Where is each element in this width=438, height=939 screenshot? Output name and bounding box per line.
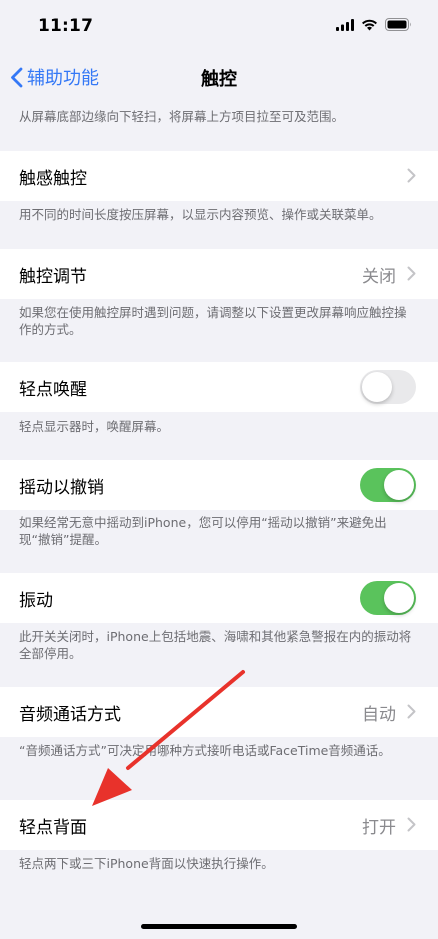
tap-to-wake-label: 轻点唤醒 bbox=[19, 380, 87, 400]
cellular-signal-icon bbox=[336, 18, 354, 31]
tap-to-wake-toggle[interactable] bbox=[360, 370, 416, 404]
reachability-footer: 从屏幕底部边缘向下轻扫，将屏幕上方项目拉至可及范围。 bbox=[19, 109, 345, 124]
chevron-right-icon bbox=[407, 168, 416, 183]
chevron-right-icon bbox=[407, 266, 416, 281]
touch-accommodations-footer: 如果您在使用触控屏时遇到问题，请调整以下设置更改屏幕响应触控操作的方式。 bbox=[19, 305, 407, 337]
chevron-right-icon bbox=[407, 704, 416, 719]
status-bar: 11:17 bbox=[0, 0, 438, 50]
touch-accommodations-row[interactable]: 触控调节 关闭 bbox=[0, 249, 438, 299]
shake-to-undo-footer: 如果经常无意中摇动到iPhone，您可以停用“摇动以撤销”来避免出现“撤销”提醒… bbox=[19, 515, 387, 547]
haptic-touch-row[interactable]: 触感触控 bbox=[0, 151, 438, 201]
vibration-row: 振动 bbox=[0, 573, 438, 623]
shake-to-undo-label: 摇动以撤销 bbox=[19, 478, 104, 498]
call-audio-routing-value: 自动 bbox=[362, 705, 396, 725]
navigation-bar: 辅助功能 触控 bbox=[0, 50, 438, 102]
haptic-touch-label: 触感触控 bbox=[19, 169, 87, 189]
chevron-right-icon bbox=[407, 817, 416, 832]
wifi-icon bbox=[362, 19, 377, 30]
shake-to-undo-toggle[interactable] bbox=[360, 468, 416, 502]
shake-to-undo-row: 摇动以撤销 bbox=[0, 460, 438, 510]
back-tap-value: 打开 bbox=[362, 818, 396, 838]
vibration-label: 振动 bbox=[19, 591, 53, 611]
back-tap-row[interactable]: 轻点背面 打开 bbox=[0, 800, 438, 850]
vibration-footer: 此开关关闭时，iPhone上包括地震、海啸和其他紧急警报在内的振动将全部停用。 bbox=[19, 629, 412, 661]
home-indicator bbox=[141, 924, 297, 929]
touch-accommodations-value: 关闭 bbox=[362, 267, 396, 287]
haptic-touch-footer: 用不同的时间长度按压屏幕，以显示内容预览、操作或关联菜单。 bbox=[19, 207, 382, 222]
page-title: 触控 bbox=[201, 69, 237, 90]
battery-icon bbox=[385, 18, 411, 31]
back-tap-footer: 轻点两下或三下iPhone背面以快速执行操作。 bbox=[19, 856, 274, 871]
touch-accommodations-label: 触控调节 bbox=[19, 267, 87, 287]
back-tap-label: 轻点背面 bbox=[19, 818, 87, 838]
status-icons bbox=[336, 18, 412, 31]
tap-to-wake-row: 轻点唤醒 bbox=[0, 362, 438, 412]
call-audio-routing-row[interactable]: 音频通话方式 自动 bbox=[0, 687, 438, 737]
call-audio-routing-label: 音频通话方式 bbox=[19, 705, 121, 725]
vibration-toggle[interactable] bbox=[360, 581, 416, 615]
status-time: 11:17 bbox=[38, 16, 94, 36]
tap-to-wake-footer: 轻点显示器时，唤醒屏幕。 bbox=[19, 419, 170, 434]
call-audio-routing-footer: “音频通话方式”可决定用哪种方式接听电话或FaceTime音频通话。 bbox=[19, 743, 391, 758]
